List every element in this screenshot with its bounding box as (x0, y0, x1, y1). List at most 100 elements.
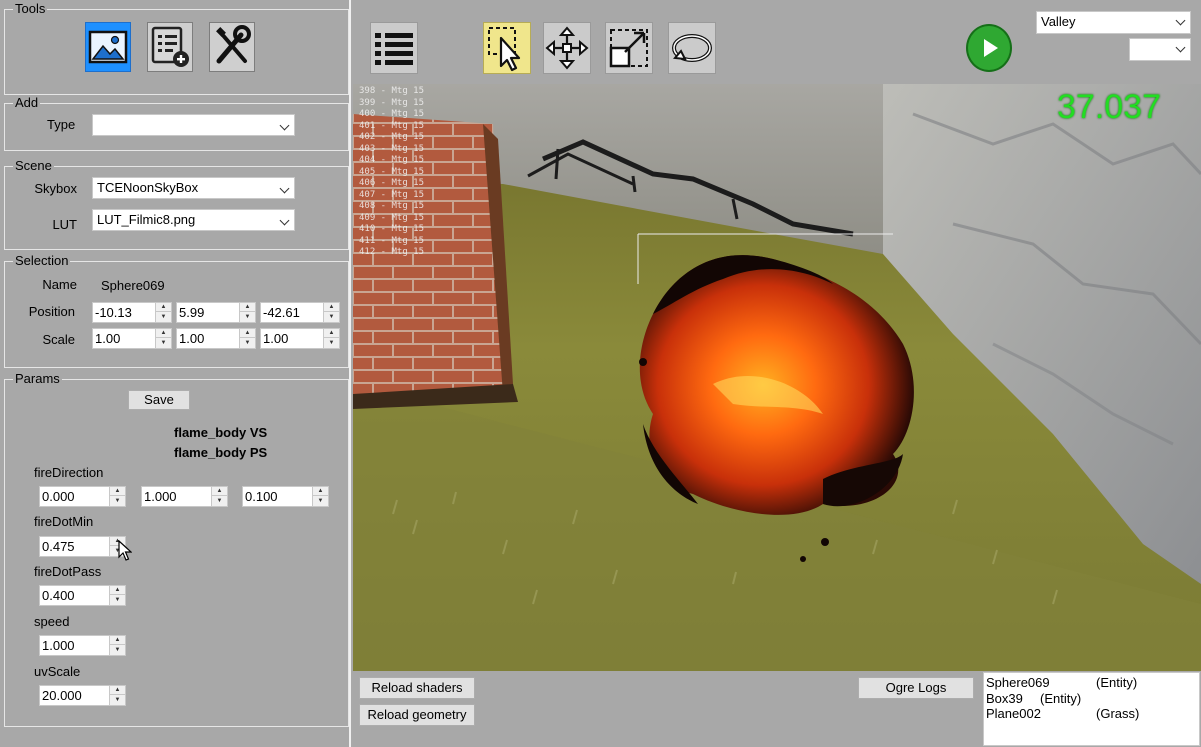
entity-type: (Entity) (1096, 675, 1138, 690)
down-arrow-icon[interactable]: ▼ (212, 497, 227, 506)
up-arrow-icon[interactable]: ▲ (324, 303, 339, 312)
scene-viewport[interactable]: 398 - Mtg 15 399 - Mtg 15 400 - Mtg 15 4… (353, 84, 1201, 671)
position-z-input[interactable]: -42.61 ▲ ▼ (260, 302, 340, 323)
scale-y-value: 1.00 (179, 331, 205, 346)
scale-y-input[interactable]: 1.00 ▲ ▼ (176, 328, 256, 349)
scale-icon (609, 29, 648, 68)
selection-title: Selection (13, 253, 71, 269)
speed-stepper[interactable]: ▲ ▼ (109, 636, 125, 655)
shader-vs-label: flame_body VS (174, 425, 268, 440)
skybox-label: Skybox (34, 181, 77, 196)
reload-shaders-button[interactable]: Reload shaders (359, 677, 475, 699)
position-y-value: 5.99 (179, 305, 205, 320)
scale-x-stepper[interactable]: ▲ ▼ (155, 329, 171, 348)
down-arrow-icon[interactable]: ▼ (240, 339, 255, 348)
debug-line: 398 - Mtg 15 (359, 86, 425, 96)
reload-geometry-button[interactable]: Reload geometry (359, 704, 475, 726)
debug-overlay: 398 - Mtg 15 399 - Mtg 15 400 - Mtg 15 4… (359, 86, 424, 259)
speed-value: 1.000 (42, 638, 75, 653)
map-select[interactable]: Valley (1036, 11, 1191, 34)
up-arrow-icon[interactable]: ▲ (212, 487, 227, 496)
position-x-input[interactable]: -10.13 ▲ ▼ (92, 302, 172, 323)
menu-list-icon (375, 33, 413, 65)
debug-line: 409 - Mtg 15 (359, 212, 425, 223)
down-arrow-icon[interactable]: ▼ (324, 313, 339, 322)
position-y-input[interactable]: 5.99 ▲ ▼ (176, 302, 256, 323)
fire-dot-min-input[interactable]: 0.475 ▲ ▼ (39, 536, 126, 557)
down-arrow-icon[interactable]: ▼ (110, 696, 125, 705)
scale-z-stepper[interactable]: ▲ ▼ (323, 329, 339, 348)
rotate-tool-button[interactable] (668, 22, 716, 74)
image-tool-button[interactable] (85, 22, 131, 72)
uv-scale-stepper[interactable]: ▲ ▼ (109, 686, 125, 705)
debug-line: 399 - Mtg 15 (359, 97, 425, 108)
down-arrow-icon[interactable]: ▼ (156, 313, 171, 322)
uv-scale-input[interactable]: 20.000 ▲ ▼ (39, 685, 126, 706)
up-arrow-icon[interactable]: ▲ (156, 303, 171, 312)
position-z-value: -42.61 (263, 305, 300, 320)
chevron-down-icon (279, 183, 290, 194)
speed-input[interactable]: 1.000 ▲ ▼ (39, 635, 126, 656)
skybox-select[interactable]: TCENoonSkyBox (92, 177, 295, 199)
list-item[interactable]: Box39 (Entity) (986, 691, 1081, 707)
list-item[interactable]: Plane002 (Grass) (986, 706, 1139, 722)
fire-direction-x-input[interactable]: 0.000 ▲ ▼ (39, 486, 126, 507)
down-arrow-icon[interactable]: ▼ (110, 596, 125, 605)
fire-direction-y-input[interactable]: 1.000 ▲ ▼ (141, 486, 228, 507)
scale-y-stepper[interactable]: ▲ ▼ (239, 329, 255, 348)
down-arrow-icon[interactable]: ▼ (156, 339, 171, 348)
fire-direction-z-input[interactable]: 0.100 ▲ ▼ (242, 486, 329, 507)
up-arrow-icon[interactable]: ▲ (110, 487, 125, 496)
shader-ps-label: flame_body PS (174, 445, 268, 460)
fps-counter: 37.037 (1057, 88, 1161, 126)
up-arrow-icon[interactable]: ▲ (313, 487, 328, 496)
move-tool-button[interactable] (543, 22, 591, 74)
entity-type: (Entity) (1040, 691, 1082, 706)
type-select[interactable] (92, 114, 295, 136)
fire-dot-min-label: fireDotMin (34, 514, 94, 529)
scale-z-input[interactable]: 1.00 ▲ ▼ (260, 328, 340, 349)
scale-x-input[interactable]: 1.00 ▲ ▼ (92, 328, 172, 349)
ogre-logs-button[interactable]: Ogre Logs (858, 677, 974, 699)
up-arrow-icon[interactable]: ▲ (110, 586, 125, 595)
lut-select[interactable]: LUT_Filmic8.png (92, 209, 295, 231)
toolbar: Valley (353, 0, 1201, 84)
fire-direction-x-stepper[interactable]: ▲ ▼ (109, 487, 125, 506)
up-arrow-icon[interactable]: ▲ (110, 636, 125, 645)
up-arrow-icon[interactable]: ▲ (240, 303, 255, 312)
fire-dot-pass-input[interactable]: 0.400 ▲ ▼ (39, 585, 126, 606)
debug-line: 406 - Mtg 15 (359, 178, 425, 188)
position-y-stepper[interactable]: ▲ ▼ (239, 303, 255, 322)
position-z-stepper[interactable]: ▲ ▼ (323, 303, 339, 322)
down-arrow-icon[interactable]: ▼ (240, 313, 255, 322)
up-arrow-icon[interactable]: ▲ (240, 329, 255, 338)
down-arrow-icon[interactable]: ▼ (324, 339, 339, 348)
tools-settings-button[interactable] (209, 22, 255, 72)
fire-dot-pass-stepper[interactable]: ▲ ▼ (109, 586, 125, 605)
up-arrow-icon[interactable]: ▲ (324, 329, 339, 338)
up-arrow-icon[interactable]: ▲ (156, 329, 171, 338)
add-list-tool-button[interactable] (147, 22, 193, 72)
play-icon (984, 39, 998, 57)
entity-list[interactable]: Sphere069 (Entity) Box39 (Entity) Plane0… (983, 672, 1200, 746)
scale-x-value: 1.00 (95, 331, 121, 346)
chevron-down-icon (1175, 15, 1186, 26)
position-x-stepper[interactable]: ▲ ▼ (155, 303, 171, 322)
scale-tool-button[interactable] (605, 22, 653, 74)
debug-line: 403 - Mtg 15 (359, 143, 425, 154)
down-arrow-icon[interactable]: ▼ (313, 497, 328, 506)
down-arrow-icon[interactable]: ▼ (110, 497, 125, 506)
up-arrow-icon[interactable]: ▲ (110, 686, 125, 695)
save-button[interactable]: Save (128, 390, 190, 410)
select-tool-button[interactable] (483, 22, 531, 74)
fire-direction-y-stepper[interactable]: ▲ ▼ (211, 487, 227, 506)
down-arrow-icon[interactable]: ▼ (110, 646, 125, 655)
lut-label: LUT (52, 217, 77, 232)
secondary-select[interactable] (1129, 38, 1191, 61)
list-item[interactable]: Sphere069 (Entity) (986, 675, 1137, 691)
debug-line: 411 - Mtg 15 (359, 235, 425, 246)
name-label: Name (42, 277, 77, 292)
play-button[interactable] (966, 24, 1012, 72)
menu-button[interactable] (370, 22, 418, 74)
fire-direction-z-stepper[interactable]: ▲ ▼ (312, 487, 328, 506)
